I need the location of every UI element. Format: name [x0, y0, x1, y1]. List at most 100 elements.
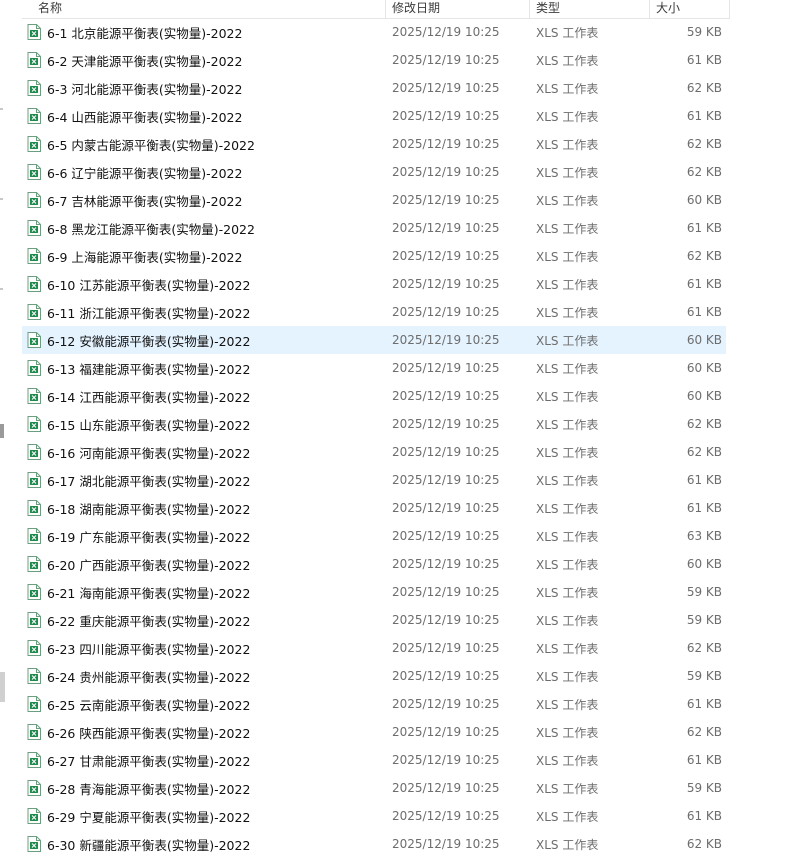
- file-date-modified: 2025/12/19 10:25: [392, 249, 500, 263]
- file-row[interactable]: 6-20 广西能源平衡表(实物量)-2022 2025/12/19 10:25 …: [22, 550, 726, 578]
- file-row[interactable]: 6-14 江西能源平衡表(实物量)-2022 2025/12/19 10:25 …: [22, 382, 726, 410]
- file-type: XLS 工作表: [536, 417, 599, 432]
- xls-file-icon: [27, 556, 41, 572]
- file-row[interactable]: 6-4 山西能源平衡表(实物量)-2022 2025/12/19 10:25 X…: [22, 102, 726, 130]
- file-row[interactable]: 6-13 福建能源平衡表(实物量)-2022 2025/12/19 10:25 …: [22, 354, 726, 382]
- xls-file-icon: [27, 696, 41, 712]
- file-row[interactable]: 6-27 甘肃能源平衡表(实物量)-2022 2025/12/19 10:25 …: [22, 746, 726, 774]
- xls-file-icon: [27, 612, 41, 628]
- edge-mark: [0, 198, 3, 200]
- file-date-modified: 2025/12/19 10:25: [392, 809, 500, 823]
- file-date-modified: 2025/12/19 10:25: [392, 333, 500, 347]
- file-name-cell: 6-14 江西能源平衡表(实物量)-2022: [22, 387, 386, 406]
- file-type: XLS 工作表: [536, 445, 599, 460]
- file-row[interactable]: 6-5 内蒙古能源平衡表(实物量)-2022 2025/12/19 10:25 …: [22, 130, 726, 158]
- file-row[interactable]: 6-23 四川能源平衡表(实物量)-2022 2025/12/19 10:25 …: [22, 634, 726, 662]
- file-name: 6-6 辽宁能源平衡表(实物量)-2022: [47, 165, 243, 181]
- file-name-cell: 6-10 江苏能源平衡表(实物量)-2022: [22, 275, 386, 294]
- file-row[interactable]: 6-16 河南能源平衡表(实物量)-2022 2025/12/19 10:25 …: [22, 438, 726, 466]
- file-row[interactable]: 6-18 湖南能源平衡表(实物量)-2022 2025/12/19 10:25 …: [22, 494, 726, 522]
- file-type: XLS 工作表: [536, 193, 599, 208]
- xls-file-icon: [27, 668, 41, 684]
- file-row[interactable]: 6-30 新疆能源平衡表(实物量)-2022 2025/12/19 10:25 …: [22, 830, 726, 858]
- file-name: 6-14 江西能源平衡表(实物量)-2022: [47, 389, 251, 405]
- file-date-modified: 2025/12/19 10:25: [392, 81, 500, 95]
- file-name: 6-4 山西能源平衡表(实物量)-2022: [47, 109, 243, 125]
- file-name-cell: 6-24 贵州能源平衡表(实物量)-2022: [22, 667, 386, 686]
- file-row[interactable]: 6-1 北京能源平衡表(实物量)-2022 2025/12/19 10:25 X…: [22, 18, 726, 46]
- file-type: XLS 工作表: [536, 697, 599, 712]
- file-size: 61 KB: [686, 53, 722, 67]
- xls-file-icon: [27, 108, 41, 124]
- file-size: 62 KB: [686, 641, 722, 655]
- edge-mark: [0, 424, 4, 438]
- file-row[interactable]: 6-8 黑龙江能源平衡表(实物量)-2022 2025/12/19 10:25 …: [22, 214, 726, 242]
- file-type: XLS 工作表: [536, 333, 599, 348]
- xls-file-icon: [27, 584, 41, 600]
- file-row[interactable]: 6-28 青海能源平衡表(实物量)-2022 2025/12/19 10:25 …: [22, 774, 726, 802]
- file-row[interactable]: 6-25 云南能源平衡表(实物量)-2022 2025/12/19 10:25 …: [22, 690, 726, 718]
- file-size: 62 KB: [686, 249, 722, 263]
- file-date-modified: 2025/12/19 10:25: [392, 389, 500, 403]
- file-name-cell: 6-23 四川能源平衡表(实物量)-2022: [22, 639, 386, 658]
- file-type: XLS 工作表: [536, 305, 599, 320]
- xls-file-icon: [27, 304, 41, 320]
- file-row[interactable]: 6-7 吉林能源平衡表(实物量)-2022 2025/12/19 10:25 X…: [22, 186, 726, 214]
- file-size: 59 KB: [686, 613, 722, 627]
- file-date-modified: 2025/12/19 10:25: [392, 697, 500, 711]
- file-name: 6-18 湖南能源平衡表(实物量)-2022: [47, 501, 251, 517]
- file-row[interactable]: 6-2 天津能源平衡表(实物量)-2022 2025/12/19 10:25 X…: [22, 46, 726, 74]
- file-row[interactable]: 6-9 上海能源平衡表(实物量)-2022 2025/12/19 10:25 X…: [22, 242, 726, 270]
- column-header-date-modified[interactable]: 修改日期: [386, 0, 530, 18]
- file-date-modified: 2025/12/19 10:25: [392, 277, 500, 291]
- column-header-type[interactable]: 类型: [530, 0, 650, 18]
- file-row[interactable]: 6-15 山东能源平衡表(实物量)-2022 2025/12/19 10:25 …: [22, 410, 726, 438]
- edge-mark: [0, 108, 3, 110]
- file-name: 6-29 宁夏能源平衡表(实物量)-2022: [47, 809, 251, 825]
- file-row[interactable]: 6-17 湖北能源平衡表(实物量)-2022 2025/12/19 10:25 …: [22, 466, 726, 494]
- file-row[interactable]: 6-6 辽宁能源平衡表(实物量)-2022 2025/12/19 10:25 X…: [22, 158, 726, 186]
- scroll-thumb[interactable]: [0, 672, 5, 702]
- file-type: XLS 工作表: [536, 585, 599, 600]
- navigation-pane-edge: [0, 0, 8, 861]
- file-type: XLS 工作表: [536, 81, 599, 96]
- file-name-cell: 6-6 辽宁能源平衡表(实物量)-2022: [22, 163, 386, 182]
- xls-file-icon: [27, 724, 41, 740]
- file-name-cell: 6-4 山西能源平衡表(实物量)-2022: [22, 107, 386, 126]
- file-name-cell: 6-21 海南能源平衡表(实物量)-2022: [22, 583, 386, 602]
- file-row[interactable]: 6-10 江苏能源平衡表(实物量)-2022 2025/12/19 10:25 …: [22, 270, 726, 298]
- file-row[interactable]: 6-22 重庆能源平衡表(实物量)-2022 2025/12/19 10:25 …: [22, 606, 726, 634]
- file-name: 6-19 广东能源平衡表(实物量)-2022: [47, 529, 251, 545]
- file-name-cell: 6-3 河北能源平衡表(实物量)-2022: [22, 79, 386, 98]
- file-type: XLS 工作表: [536, 669, 599, 684]
- file-row[interactable]: 6-21 海南能源平衡表(实物量)-2022 2025/12/19 10:25 …: [22, 578, 726, 606]
- file-size: 59 KB: [686, 25, 722, 39]
- xls-file-icon: [27, 24, 41, 40]
- file-name: 6-8 黑龙江能源平衡表(实物量)-2022: [47, 221, 255, 237]
- file-row[interactable]: 6-3 河北能源平衡表(实物量)-2022 2025/12/19 10:25 X…: [22, 74, 726, 102]
- file-size: 62 KB: [686, 725, 722, 739]
- file-type: XLS 工作表: [536, 361, 599, 376]
- file-date-modified: 2025/12/19 10:25: [392, 25, 500, 39]
- file-row[interactable]: 6-12 安徽能源平衡表(实物量)-2022 2025/12/19 10:25 …: [22, 326, 726, 354]
- xls-file-icon: [27, 248, 41, 264]
- file-date-modified: 2025/12/19 10:25: [392, 501, 500, 515]
- file-name: 6-21 海南能源平衡表(实物量)-2022: [47, 585, 251, 601]
- file-type: XLS 工作表: [536, 25, 599, 40]
- file-row[interactable]: 6-26 陕西能源平衡表(实物量)-2022 2025/12/19 10:25 …: [22, 718, 726, 746]
- file-name: 6-30 新疆能源平衡表(实物量)-2022: [47, 837, 251, 853]
- file-row[interactable]: 6-19 广东能源平衡表(实物量)-2022 2025/12/19 10:25 …: [22, 522, 726, 550]
- file-row[interactable]: 6-29 宁夏能源平衡表(实物量)-2022 2025/12/19 10:25 …: [22, 802, 726, 830]
- column-header-size[interactable]: 大小: [650, 0, 730, 18]
- file-row[interactable]: 6-11 浙江能源平衡表(实物量)-2022 2025/12/19 10:25 …: [22, 298, 726, 326]
- file-type: XLS 工作表: [536, 781, 599, 796]
- file-type: XLS 工作表: [536, 557, 599, 572]
- file-date-modified: 2025/12/19 10:25: [392, 529, 500, 543]
- file-size: 61 KB: [686, 697, 722, 711]
- file-row[interactable]: 6-24 贵州能源平衡表(实物量)-2022 2025/12/19 10:25 …: [22, 662, 726, 690]
- file-name-cell: 6-29 宁夏能源平衡表(实物量)-2022: [22, 807, 386, 826]
- xls-file-icon: [27, 192, 41, 208]
- column-header-name[interactable]: 名称: [22, 0, 386, 18]
- file-date-modified: 2025/12/19 10:25: [392, 585, 500, 599]
- file-date-modified: 2025/12/19 10:25: [392, 221, 500, 235]
